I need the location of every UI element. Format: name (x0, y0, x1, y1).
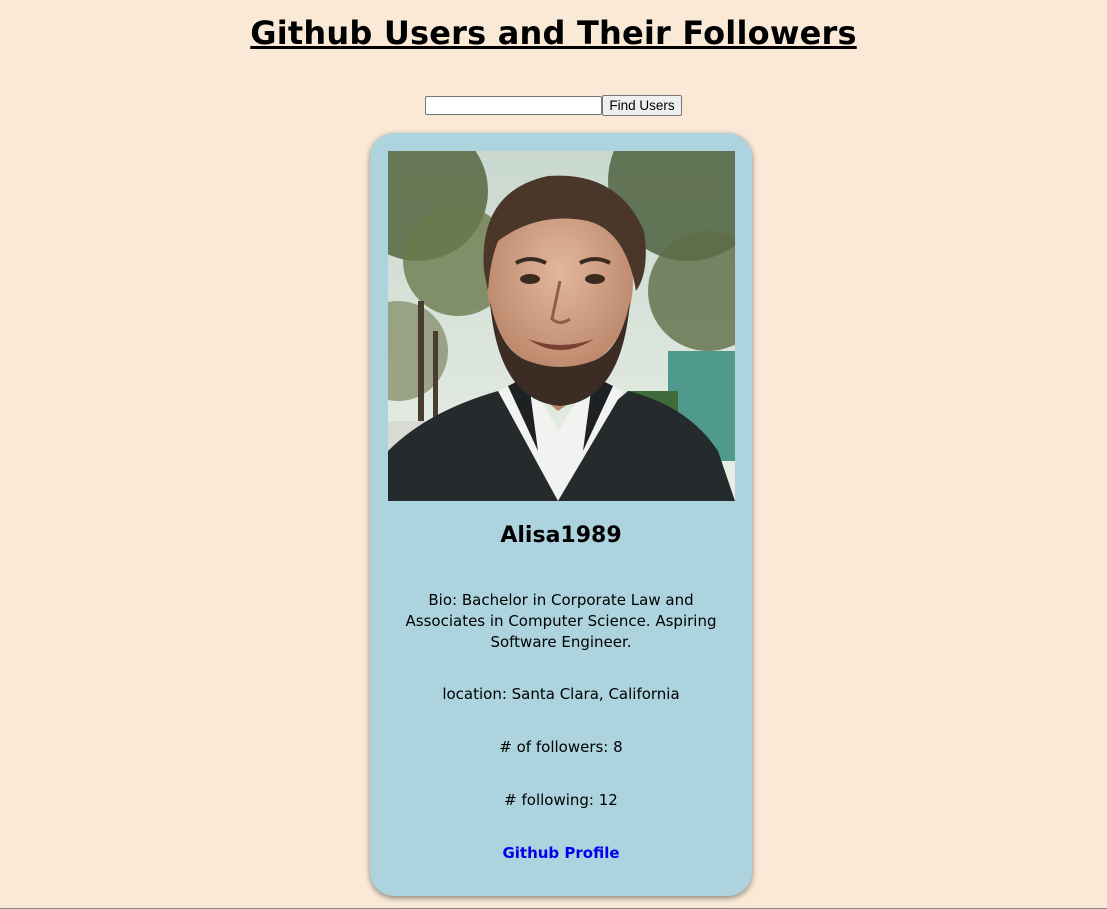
search-input[interactable] (425, 96, 603, 115)
user-bio: Bio: Bachelor in Corporate Law and Assoc… (405, 591, 717, 651)
follower-count: # of followers: 8 (499, 738, 623, 756)
find-users-button[interactable]: Find Users (602, 95, 682, 116)
user-card: Alisa1989 Bio: Bachelor in Corporate Law… (370, 133, 752, 896)
user-avatar (388, 151, 735, 501)
user-location: location: Santa Clara, California (442, 685, 680, 703)
github-profile-link[interactable]: Github Profile (370, 843, 752, 864)
username: Alisa1989 (500, 523, 622, 548)
following-count: # following: 12 (504, 791, 618, 809)
page-title: Github Users and Their Followers (250, 14, 857, 52)
search-bar: Find Users (0, 95, 1107, 116)
avatar-photo-icon (388, 151, 735, 501)
